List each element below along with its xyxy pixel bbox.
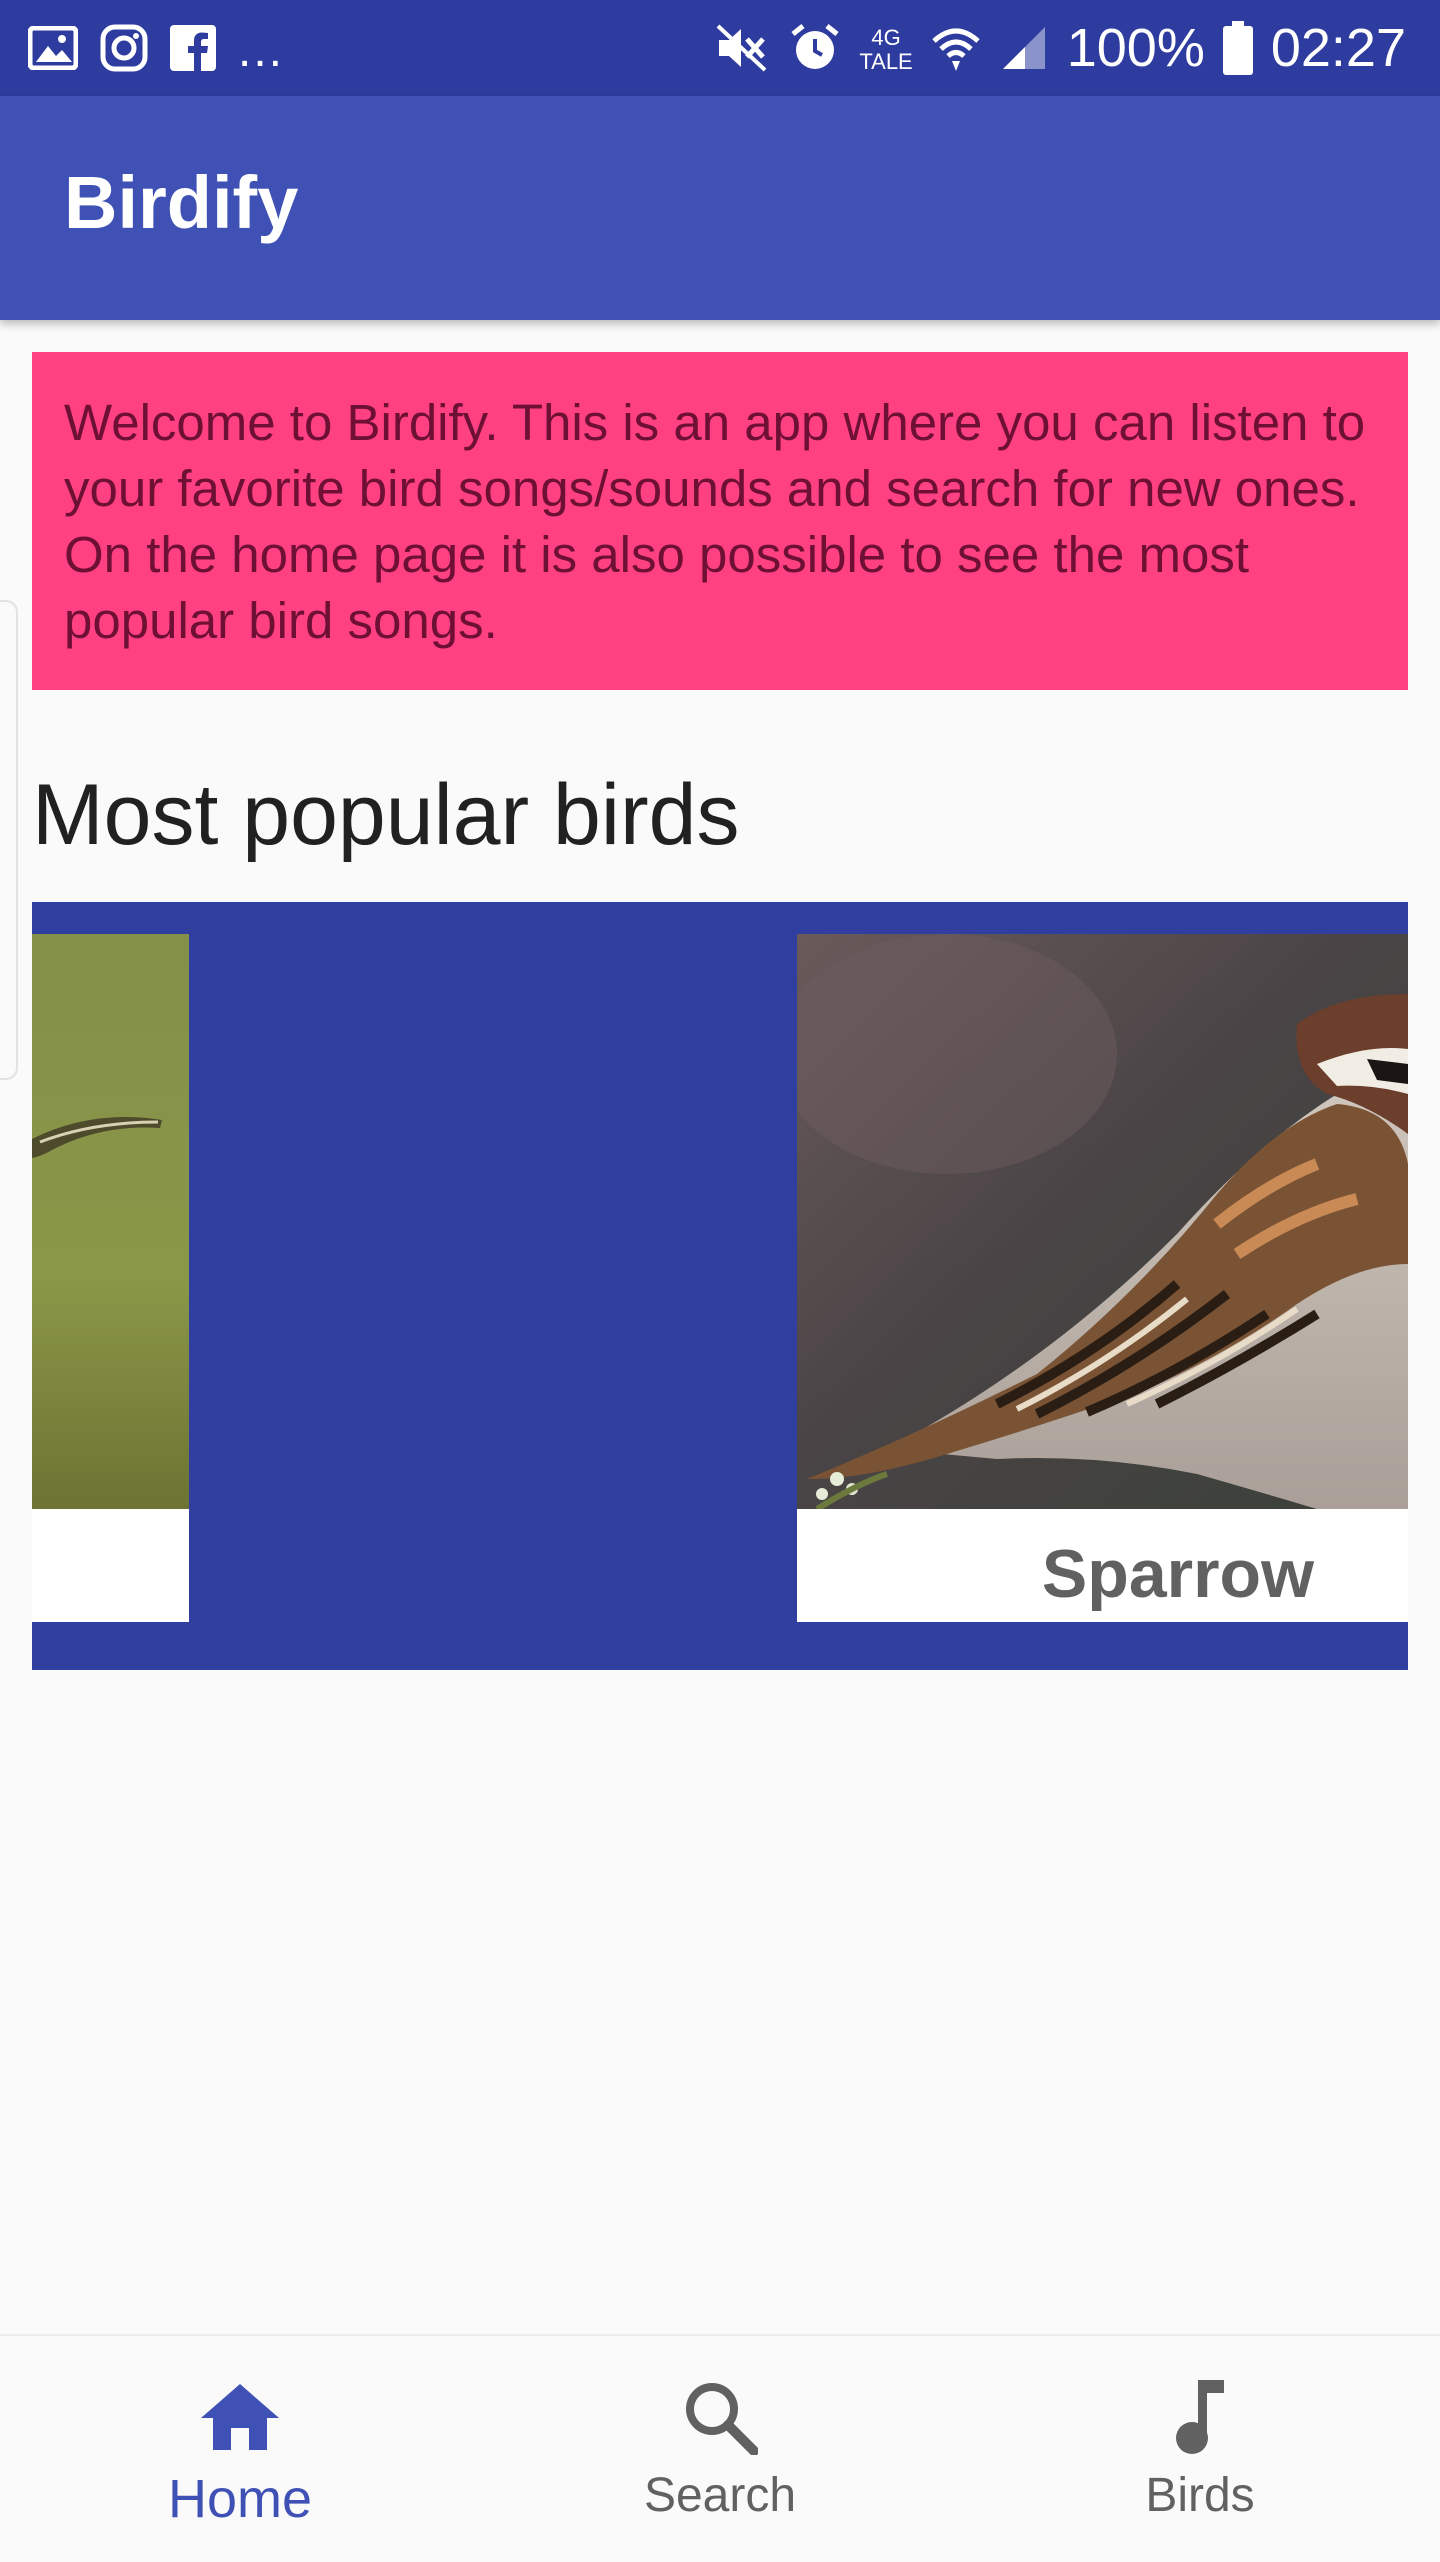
battery-percent: 100% — [1066, 18, 1205, 78]
clock: 02:27 — [1270, 18, 1406, 78]
welcome-text: Welcome to Birdify. This is an app where… — [64, 394, 1366, 649]
facebook-icon — [170, 25, 216, 71]
nav-home[interactable]: Home — [80, 2336, 400, 2562]
bird-card[interactable] — [32, 934, 189, 1622]
nav-label-birds: Birds — [1145, 2469, 1255, 2522]
bird-name: Sparrow — [1041, 1536, 1314, 1612]
bottom-navigation: Home Search Birds — [0, 2334, 1440, 2562]
system-status: 4G TALE 100% 02:27 — [715, 14, 1406, 82]
mute-icon — [715, 23, 771, 73]
wifi-icon — [931, 23, 981, 73]
sparrow-photo — [797, 934, 1408, 1509]
instagram-icon — [100, 24, 148, 72]
app-bar: Birdify — [0, 96, 1440, 320]
music-note-icon — [1172, 2372, 1228, 2462]
gallery-icon — [28, 26, 78, 70]
network-type-bottom: TALE — [859, 49, 913, 74]
home-icon — [199, 2372, 281, 2462]
network-type: 4G TALE — [859, 26, 912, 74]
nav-label-search: Search — [643, 2469, 797, 2522]
alarm-icon — [789, 22, 841, 74]
search-icon — [682, 2372, 758, 2462]
status-bar: ... 4G TALE 100% 02:27 — [0, 0, 1440, 96]
popular-birds-carousel[interactable]: Sparrow — [32, 902, 1408, 1670]
section-title: Most popular birds — [32, 767, 740, 863]
bird-photo — [32, 934, 189, 1509]
overflow-indicator: ... — [238, 24, 285, 77]
network-type-top: 4G — [871, 25, 901, 50]
signal-icon — [999, 23, 1049, 73]
battery-icon — [1222, 21, 1253, 75]
bird-card-sparrow[interactable]: Sparrow — [797, 934, 1408, 1622]
nav-birds[interactable]: Birds — [1040, 2336, 1360, 2562]
app-title: Birdify — [64, 161, 299, 244]
notification-icons: ... — [28, 18, 284, 78]
nav-label-home: Home — [167, 2469, 313, 2529]
welcome-card: Welcome to Birdify. This is an app where… — [32, 352, 1408, 690]
edge-panel-handle[interactable] — [0, 600, 18, 1080]
nav-search[interactable]: Search — [560, 2336, 880, 2562]
